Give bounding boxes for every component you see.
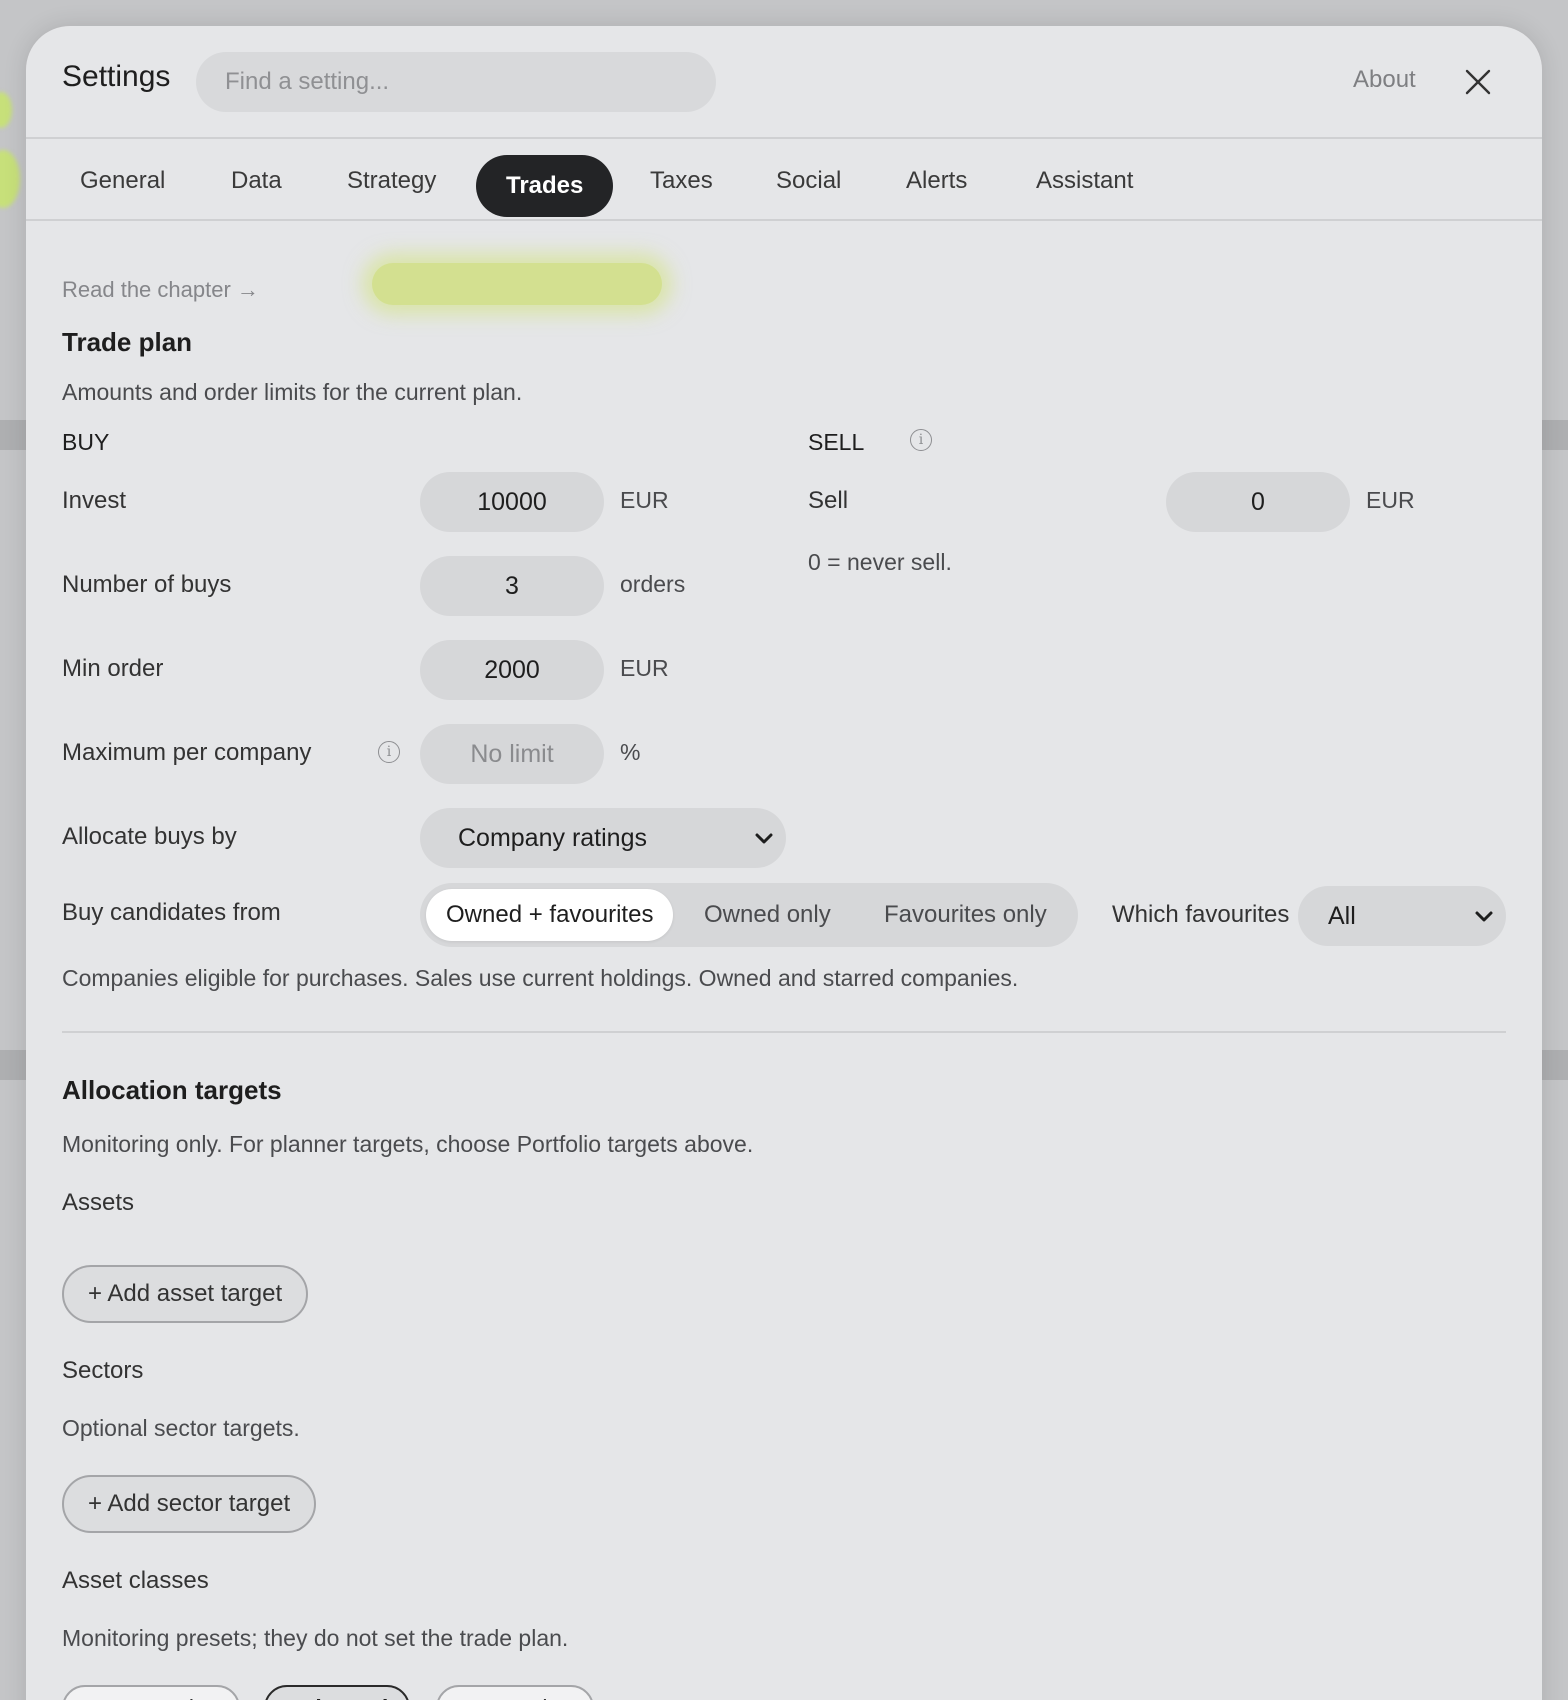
candidates-owned-only[interactable]: Owned only: [684, 889, 851, 941]
chevron-down-icon: [755, 833, 773, 844]
allocate-by-select[interactable]: Company ratings: [420, 808, 786, 868]
about-link[interactable]: About: [1353, 66, 1416, 94]
tab-taxes[interactable]: Taxes: [650, 167, 713, 195]
asset-classes-title: Asset classes: [62, 1567, 209, 1594]
max-per-company-input[interactable]: No limit: [420, 724, 604, 784]
add-asset-target-button[interactable]: + Add asset target: [62, 1265, 309, 1323]
background-blob: [0, 150, 20, 208]
sell-header: SELL: [808, 429, 865, 455]
assets-title: Assets: [62, 1189, 135, 1216]
trade-plan-description: Amounts and order limits for the current…: [62, 379, 523, 405]
max-per-company-label: Maximum per company: [62, 739, 312, 766]
sell-note: 0 = never sell.: [808, 549, 952, 575]
allocate-by-label: Allocate buys by: [62, 823, 237, 850]
number-of-buys-label: Number of buys: [62, 571, 232, 598]
preset-conservative[interactable]: Conservative: [62, 1685, 241, 1700]
candidates-owned-favourites[interactable]: Owned + favourites: [426, 889, 674, 941]
max-per-company-unit: %: [620, 739, 641, 765]
which-favourites-value: All: [1328, 901, 1356, 930]
asset-classes-description: Monitoring presets; they do not set the …: [62, 1625, 569, 1651]
sell-info-icon[interactable]: i: [910, 429, 932, 451]
tab-assistant[interactable]: Assistant: [1036, 167, 1133, 195]
settings-search-input[interactable]: [196, 52, 716, 112]
tab-social[interactable]: Social: [776, 167, 841, 195]
preset-aggressive[interactable]: Aggressive: [436, 1685, 594, 1700]
min-order-input[interactable]: 2000: [420, 640, 604, 700]
buy-header: BUY: [62, 429, 110, 455]
tab-bar: General Data Strategy Trades Taxes Socia…: [26, 139, 1542, 221]
invest-input[interactable]: 10000: [420, 472, 604, 532]
which-favourites-select[interactable]: All: [1298, 886, 1506, 946]
settings-modal: Settings About General Data Strategy Tra…: [26, 26, 1542, 1700]
background-blob: [0, 92, 12, 128]
sectors-description: Optional sector targets.: [62, 1415, 300, 1441]
tab-alerts[interactable]: Alerts: [906, 167, 967, 195]
min-order-label: Min order: [62, 655, 164, 682]
modal-header: Settings About: [26, 26, 1542, 139]
buy-candidates-footnote: Companies eligible for purchases. Sales …: [62, 965, 1019, 991]
tab-data[interactable]: Data: [231, 167, 282, 195]
invest-label: Invest: [62, 487, 127, 514]
max-per-company-info-icon[interactable]: i: [378, 741, 400, 763]
candidates-favourites-only[interactable]: Favourites only: [864, 889, 1067, 941]
which-favourites-label: Which favourites: [1112, 901, 1290, 928]
chevron-down-icon: [1475, 911, 1493, 922]
number-of-buys-input[interactable]: 3: [420, 556, 604, 616]
close-button[interactable]: [1458, 62, 1498, 102]
tab-strategy[interactable]: Strategy: [347, 167, 436, 195]
highlight-marker: [372, 263, 662, 305]
trade-plan-title: Trade plan: [62, 327, 193, 357]
sell-input[interactable]: 0: [1166, 472, 1350, 532]
section-divider: [62, 1031, 1506, 1033]
sell-unit: EUR: [1366, 487, 1415, 513]
sectors-title: Sectors: [62, 1357, 144, 1384]
read-chapter-link[interactable]: Read the chapter →: [62, 277, 259, 303]
allocate-by-value: Company ratings: [458, 823, 647, 852]
preset-balanced[interactable]: Balanced: [264, 1685, 411, 1700]
sell-label: Sell: [808, 487, 849, 514]
allocation-targets-description: Monitoring only. For planner targets, ch…: [62, 1131, 754, 1157]
tab-general[interactable]: General: [80, 167, 165, 195]
buy-candidates-label: Buy candidates from: [62, 899, 281, 926]
close-icon: [1465, 69, 1491, 95]
invest-unit: EUR: [620, 487, 669, 513]
buy-candidates-segmented: Owned + favourites Owned only Favourites…: [420, 883, 1078, 947]
tab-trades[interactable]: Trades: [476, 155, 614, 217]
min-order-unit: EUR: [620, 655, 669, 681]
number-of-buys-unit: orders: [620, 571, 686, 597]
add-sector-target-button[interactable]: + Add sector target: [62, 1475, 317, 1533]
modal-title: Settings: [62, 60, 171, 93]
allocation-targets-title: Allocation targets: [62, 1075, 282, 1105]
